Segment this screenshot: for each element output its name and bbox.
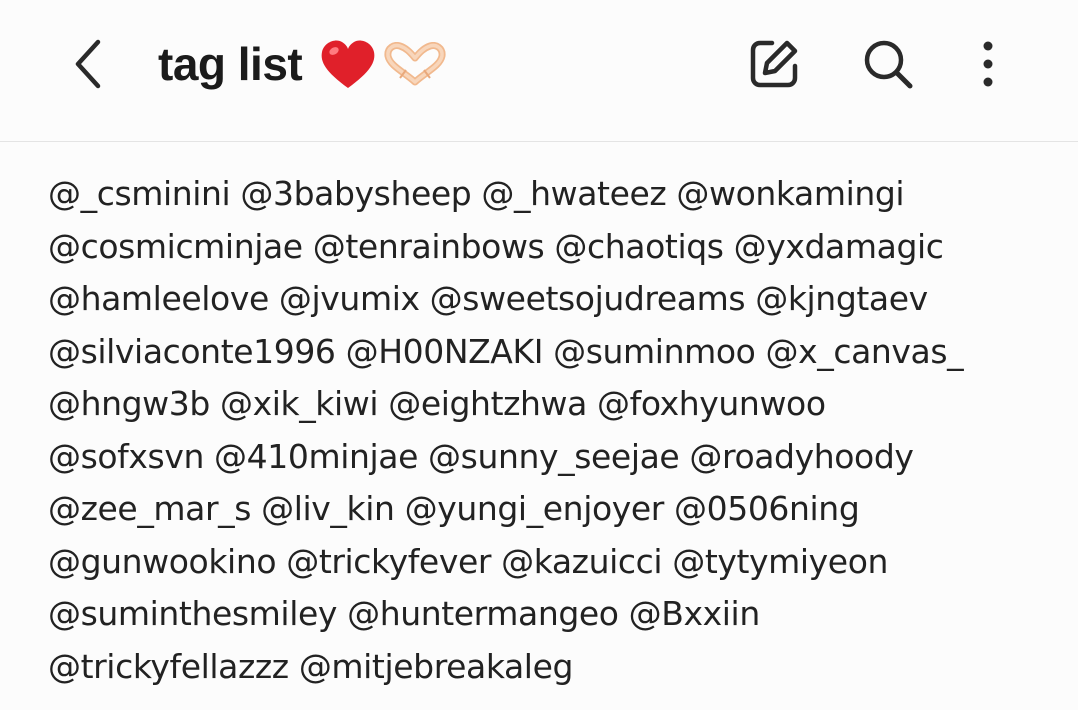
tag-line: @sofxsvn @410minjae @sunny_seejae @roady…	[48, 436, 914, 476]
red-heart-icon	[321, 40, 375, 88]
tag-line: @cosmicminjae @tenrainbows @chaotiqs @yx…	[48, 226, 944, 266]
search-icon	[864, 40, 913, 89]
tag-line: @suminthesmiley @huntermangeo @Bxxiin	[48, 594, 760, 633]
tag-line: @_csminini @3babysheep @_hwateez @wonkam…	[48, 174, 905, 213]
page-title: tag list	[158, 38, 303, 90]
tag-line: @hngw3b @xik_kiwi @eightzhwa @foxhyunwoo	[48, 384, 826, 423]
title-area: tag list	[158, 28, 446, 100]
back-button[interactable]	[60, 28, 120, 100]
chevron-left-icon	[75, 39, 101, 89]
edit-button[interactable]	[744, 34, 804, 94]
tag-line: @hamleelove @jvumix @sweetsojudreams @kj…	[48, 279, 928, 318]
app-header: tag list	[0, 0, 1078, 142]
more-vertical-icon	[983, 41, 993, 87]
more-options-button[interactable]	[958, 34, 1018, 94]
tag-line: @zee_mar_s @liv_kin @yungi_enjoyer @0506…	[48, 489, 860, 528]
title-emojis	[318, 36, 446, 92]
tag-line: @trickyfellazzz @mitjebreakaleg	[48, 646, 574, 686]
tag-line: @silviaconte1996 @H00NZAKI @suminmoo @x_…	[48, 331, 964, 371]
search-button[interactable]	[858, 34, 918, 94]
heart-hands-icon	[384, 42, 446, 86]
edit-note-icon	[750, 40, 798, 88]
note-body[interactable]: @_csminini @3babysheep @_hwateez @wonkam…	[48, 168, 1058, 693]
tag-line: @gunwookino @trickyfever @kazuicci @tyty…	[48, 541, 889, 581]
